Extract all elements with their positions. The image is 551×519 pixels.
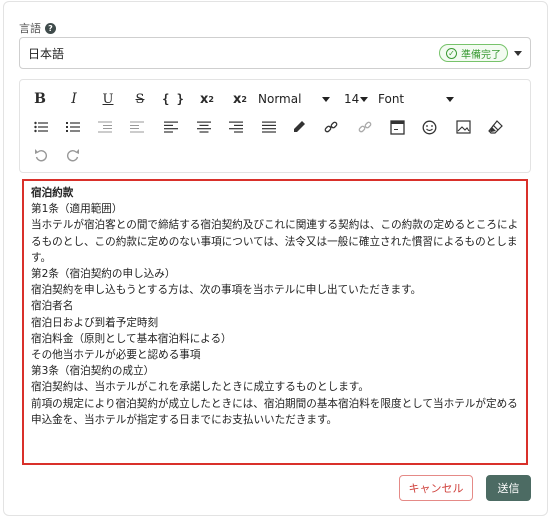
smiley-icon — [422, 120, 436, 134]
language-select[interactable]: 日本語 ✓ 準備完了 — [19, 37, 531, 69]
check-circle-icon: ✓ — [446, 47, 457, 59]
unlink-button[interactable] — [354, 116, 376, 138]
chevron-down-icon — [446, 96, 454, 102]
chevron-down-icon — [360, 96, 368, 102]
subscript-label: x — [233, 91, 242, 107]
indent-button[interactable] — [126, 116, 148, 138]
paragraph-style-value: Normal — [258, 92, 302, 106]
editor-line: 前項の規定により宿泊契約が成立したときには、宿泊期間の基本宿泊料を限度として当ホ… — [31, 397, 518, 426]
strikethrough-button[interactable]: S — [126, 88, 154, 110]
help-icon[interactable]: ? — [45, 22, 56, 34]
underline-button[interactable]: U — [94, 88, 122, 110]
editor-line: 第2条（宿泊契約の申し込み） — [31, 268, 176, 281]
embed-button[interactable] — [386, 116, 408, 138]
align-right-icon — [229, 121, 243, 133]
rich-text-editor[interactable]: 宿泊約款 第1条（適用範囲） 当ホテルが宿泊客との間で締結する宿泊契約及びこれに… — [22, 179, 528, 465]
font-size-value: 14 — [344, 92, 360, 106]
editor-line: 宿泊料金（原則として基本宿泊料による） — [31, 332, 232, 345]
align-center-icon — [197, 121, 211, 133]
redo-button[interactable] — [62, 144, 84, 166]
editor-line: 宿泊契約は、当ホテルがこれを承諾したときに成立するものとします。 — [31, 381, 369, 394]
font-family-dropdown[interactable]: Font — [378, 88, 458, 110]
subscript-mark: 2 — [241, 94, 247, 104]
chevron-down-icon[interactable] — [514, 50, 522, 56]
outdent-icon — [98, 121, 112, 133]
eraser-icon — [487, 120, 503, 134]
superscript-label: x — [200, 91, 209, 107]
chevron-down-icon — [322, 96, 330, 102]
link-icon — [324, 121, 338, 133]
align-right-button[interactable] — [225, 116, 247, 138]
italic-button[interactable]: I — [60, 88, 88, 110]
status-badge-label: 準備完了 — [461, 49, 501, 61]
editor-line: 第1条（適用範囲） — [31, 203, 123, 216]
clear-format-button[interactable] — [484, 116, 506, 138]
align-justify-icon — [262, 121, 276, 133]
editor-line: その他当ホテルが必要と認める事項 — [31, 349, 201, 362]
align-center-button[interactable] — [193, 116, 215, 138]
text-color-button[interactable] — [288, 116, 310, 138]
superscript-mark: 2 — [208, 94, 214, 104]
language-label: 言語 — [19, 22, 41, 35]
align-left-icon — [164, 121, 178, 133]
bullet-list-icon — [34, 121, 48, 133]
undo-icon — [35, 149, 48, 162]
redo-icon — [66, 149, 79, 162]
editor-line: 第3条（宿泊契約の成立） — [31, 365, 155, 378]
insert-link-button[interactable] — [320, 116, 342, 138]
bullet-list-button[interactable] — [30, 116, 52, 138]
send-button[interactable]: 送信 — [486, 475, 531, 501]
code-button[interactable]: { } — [158, 88, 188, 110]
cancel-button[interactable]: キャンセル — [399, 475, 473, 501]
undo-button[interactable] — [30, 144, 52, 166]
pen-icon — [294, 121, 305, 132]
align-justify-button[interactable] — [258, 116, 280, 138]
superscript-button[interactable]: x2 — [192, 88, 222, 110]
paragraph-style-dropdown[interactable]: Normal — [258, 88, 334, 110]
unlink-icon — [358, 121, 372, 133]
embed-icon — [389, 119, 405, 135]
indent-icon — [130, 121, 144, 133]
image-icon — [455, 120, 471, 134]
emoji-button[interactable] — [418, 116, 440, 138]
subscript-button[interactable]: x2 — [225, 88, 255, 110]
align-left-button[interactable] — [160, 116, 182, 138]
bold-button[interactable]: B — [26, 88, 54, 110]
editor-line: 当ホテルが宿泊客との間で締結する宿泊契約及びこれに関連する契約は、この約款の定め… — [31, 219, 519, 264]
editor-line: 宿泊者名 — [31, 300, 74, 313]
numbered-list-button[interactable] — [62, 116, 84, 138]
font-size-dropdown[interactable]: 14 — [344, 88, 372, 110]
numbered-list-icon — [66, 122, 80, 132]
editor-toolbar: B I U S { } x2 x2 Normal 14 Font — [19, 79, 531, 173]
editor-line: 宿泊契約を申し込もうとする方は、次の事項を当ホテルに申し出ていただきます。 — [31, 284, 422, 297]
language-select-value: 日本語 — [28, 46, 65, 61]
status-badge: ✓ 準備完了 — [439, 44, 508, 62]
editor-line: 宿泊約款 — [31, 187, 74, 199]
editor-line: 宿泊日および到着予定時刻 — [31, 316, 159, 329]
insert-image-button[interactable] — [452, 116, 474, 138]
outdent-button[interactable] — [94, 116, 116, 138]
font-family-value: Font — [378, 92, 405, 106]
language-label-row: 言語 ? — [19, 20, 56, 36]
